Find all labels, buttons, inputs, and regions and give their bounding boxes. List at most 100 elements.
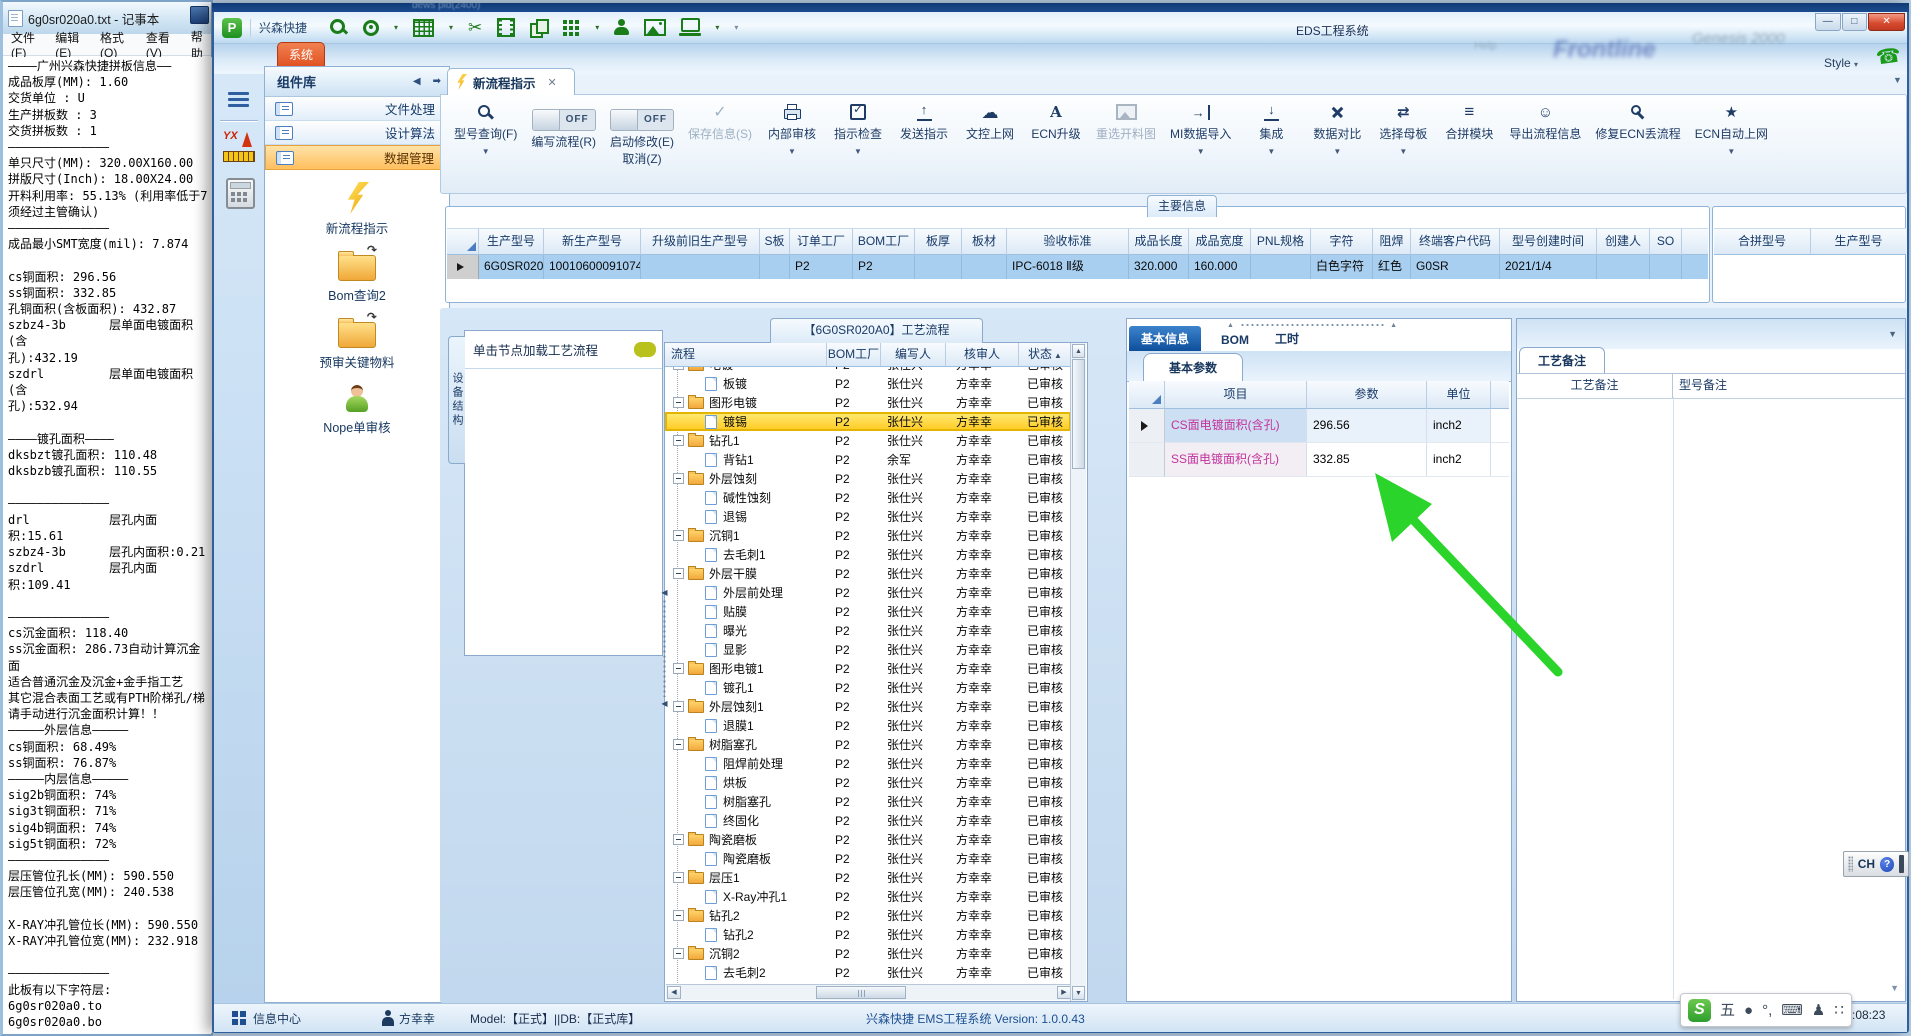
grid-dots-icon[interactable]: [563, 19, 580, 36]
tree-row[interactable]: 背钻1 P2 余军 方幸幸 已审核: [665, 450, 1071, 469]
laptop-icon[interactable]: [679, 18, 702, 36]
menu-edit[interactable]: 编辑(E): [55, 29, 89, 60]
tree-row[interactable]: 沉铜1 P2 张仕兴 方幸幸 已审核: [665, 526, 1071, 545]
expander-icon[interactable]: [673, 948, 684, 959]
splitter-grip[interactable]: [663, 599, 666, 697]
chevron-down-icon[interactable]: ▼: [1727, 147, 1735, 156]
expander-icon[interactable]: [673, 701, 684, 712]
tool-bom-query[interactable]: Bom查询2: [328, 243, 386, 304]
col-header[interactable]: 项目: [1165, 381, 1307, 409]
flow-hint-row[interactable]: 单击节点加载工艺流程: [465, 331, 662, 369]
col-header[interactable]: 生产型号: [1811, 228, 1906, 255]
filmstrip-icon[interactable]: [497, 18, 516, 37]
tree-row[interactable]: 阻焊前处理 P2 张仕兴 方幸幸 已审核: [665, 754, 1071, 773]
model-query-button[interactable]: 型号查询(F) ▼: [454, 101, 517, 156]
expander-icon[interactable]: [673, 568, 684, 579]
tree-row[interactable]: 外层蚀刻 P2 张仕兴 方幸幸 已审核: [665, 469, 1071, 488]
expander-icon[interactable]: [673, 872, 684, 883]
tree-row[interactable]: 贴膜 P2 张仕兴 方幸幸 已审核: [665, 602, 1071, 621]
more-caret-icon[interactable]: ▾: [734, 23, 738, 32]
tab-main-info[interactable]: 主要信息: [1147, 195, 1217, 217]
yx-factory-icon[interactable]: YX: [223, 130, 255, 162]
notepad-text-area[interactable]: ————广州兴森快捷拼板信息—— 成品板厚(MM): 1.60 交货单位 : U…: [6, 57, 212, 1033]
tab-basic-info[interactable]: 基本信息: [1129, 326, 1202, 351]
col-header[interactable]: 型号备注: [1673, 374, 1905, 398]
keyboard-icon[interactable]: ⌨: [1781, 1003, 1803, 1018]
param-row[interactable]: CS面电镀面积(含孔) 296.56 inch2: [1129, 409, 1509, 443]
tool-nope-review[interactable]: Nope单审核: [323, 381, 391, 436]
tool-new-flow-instruction[interactable]: 新流程指示: [326, 182, 388, 237]
expander-icon[interactable]: [673, 834, 684, 845]
expander-icon[interactable]: [673, 435, 684, 446]
col-header[interactable]: 板材: [962, 228, 1007, 255]
tree-row[interactable]: 钻孔2 P2 张仕兴 方幸幸 已审核: [665, 906, 1071, 925]
ribbon-collapse-icon[interactable]: ▼: [1893, 75, 1902, 85]
collapse-left-icon[interactable]: ◀: [661, 588, 667, 597]
tree-row[interactable]: 曝光 P2 张仕兴 方幸幸 已审核: [665, 621, 1071, 640]
tree-row[interactable]: 外层干膜 P2 张仕兴 方幸幸 已审核: [665, 564, 1071, 583]
col-header[interactable]: 终端客户代码: [1411, 228, 1500, 255]
col-header[interactable]: S板: [760, 228, 790, 255]
scissors-icon[interactable]: ✂: [468, 18, 482, 38]
tree-row[interactable]: 图形电镀 P2 张仕兴 方幸幸 已审核: [665, 393, 1071, 412]
search-icon[interactable]: [329, 18, 348, 37]
sogou-logo-icon[interactable]: S: [1688, 998, 1711, 1022]
dropdown-caret-icon[interactable]: ▾: [449, 23, 453, 32]
col-header[interactable]: 板厚: [915, 228, 962, 255]
tree-row[interactable]: 外层前处理 P2 张仕兴 方幸幸 已审核: [665, 583, 1071, 602]
chevron-down-icon[interactable]: ▼: [1267, 147, 1275, 156]
copy-pages-icon[interactable]: [530, 19, 550, 38]
col-header[interactable]: 阻焊: [1373, 228, 1411, 255]
menu-view[interactable]: 查看(V): [146, 29, 180, 60]
tree-row[interactable]: 烘板 P2 张仕兴 方幸幸 已审核: [665, 773, 1071, 792]
col-header[interactable]: 新生产型号: [544, 228, 641, 255]
style-dropdown[interactable]: Style ▾: [1824, 56, 1858, 70]
select-motherboard-button[interactable]: ⇄ 选择母板 ▼: [1377, 101, 1429, 156]
tree-row[interactable]: 沉铜2 P2 张仕兴 方幸幸 已审核: [665, 944, 1071, 963]
menu-file[interactable]: 文件(F): [11, 29, 44, 60]
instruction-check-button[interactable]: 指示检查 ▼: [832, 101, 884, 156]
param-row[interactable]: SS面电镀面积(含孔) 332.85 inch2: [1129, 443, 1509, 477]
mi-data-import-button[interactable]: → MI数据导入 ▼: [1170, 101, 1231, 156]
tree-row[interactable]: 终固化 P2 张仕兴 方幸幸 已审核: [665, 811, 1071, 830]
expander-icon[interactable]: [673, 910, 684, 921]
tab-process-notes[interactable]: 工艺备注: [1519, 347, 1605, 373]
grid-corner-cell[interactable]: [447, 228, 479, 255]
ecn-auto-upload-button[interactable]: ★ ECN自动上网 ▼: [1695, 101, 1768, 156]
phone-icon[interactable]: ☎: [1874, 42, 1903, 70]
minimize-button[interactable]: —: [1815, 13, 1841, 31]
scrollbar-thumb[interactable]: [1072, 359, 1085, 469]
arrow-pin-icon[interactable]: ➡: [433, 76, 441, 87]
tab-device-structure[interactable]: 设备结构: [448, 336, 465, 464]
tree-row[interactable]: 外层蚀刻1 P2 张仕兴 方幸幸 已审核: [665, 697, 1071, 716]
col-header[interactable]: 成品长度: [1129, 228, 1189, 255]
panel-splitter[interactable]: ◀ ◀: [660, 588, 669, 708]
tree-row[interactable]: 层压1 P2 张仕兴 方幸幸 已审核: [665, 868, 1071, 887]
expander-icon[interactable]: [673, 663, 684, 674]
col-header[interactable]: 字符: [1311, 228, 1373, 255]
ime-person-icon[interactable]: ♟: [1812, 1003, 1825, 1018]
chevron-down-icon[interactable]: ▼: [854, 147, 862, 156]
maximize-button[interactable]: □: [1841, 13, 1868, 31]
col-header[interactable]: 验收标准: [1007, 228, 1129, 255]
col-header[interactable]: 型号创建时间: [1500, 228, 1597, 255]
notepad-minimize-button[interactable]: [190, 6, 209, 24]
integrate-button[interactable]: ↓ 集成 ▼: [1245, 101, 1297, 157]
collapse-left-icon[interactable]: ◀: [661, 699, 667, 708]
col-header[interactable]: 参数: [1307, 381, 1427, 409]
chevron-down-icon[interactable]: ▼: [788, 147, 796, 156]
col-header[interactable]: BOM工厂: [827, 343, 881, 367]
scroll-right-icon[interactable]: ▶: [1057, 986, 1071, 999]
dropdown-caret-icon[interactable]: ▾: [715, 23, 719, 32]
ime-shape-icon[interactable]: ●: [1744, 1003, 1753, 1018]
tree-row[interactable]: 去毛刺2 P2 张仕兴 方幸幸 已审核: [665, 963, 1071, 982]
table-icon[interactable]: [413, 18, 435, 37]
col-header[interactable]: 生产型号: [479, 228, 544, 255]
col-header[interactable]: PNL规格: [1251, 228, 1311, 255]
tree-row[interactable]: 陶瓷磨板 P2 张仕兴 方幸幸 已审核: [665, 830, 1071, 849]
tab-bom[interactable]: BOM: [1215, 329, 1255, 351]
toggle-switch[interactable]: OFF: [610, 109, 674, 131]
start-modify-toggle[interactable]: OFF 启动修改(E) 取消(Z): [610, 101, 674, 167]
menu-format[interactable]: 格式(O): [100, 29, 135, 60]
tree-row[interactable]: 电镀 P2 张仕兴 方幸幸 已审核: [665, 367, 1071, 374]
